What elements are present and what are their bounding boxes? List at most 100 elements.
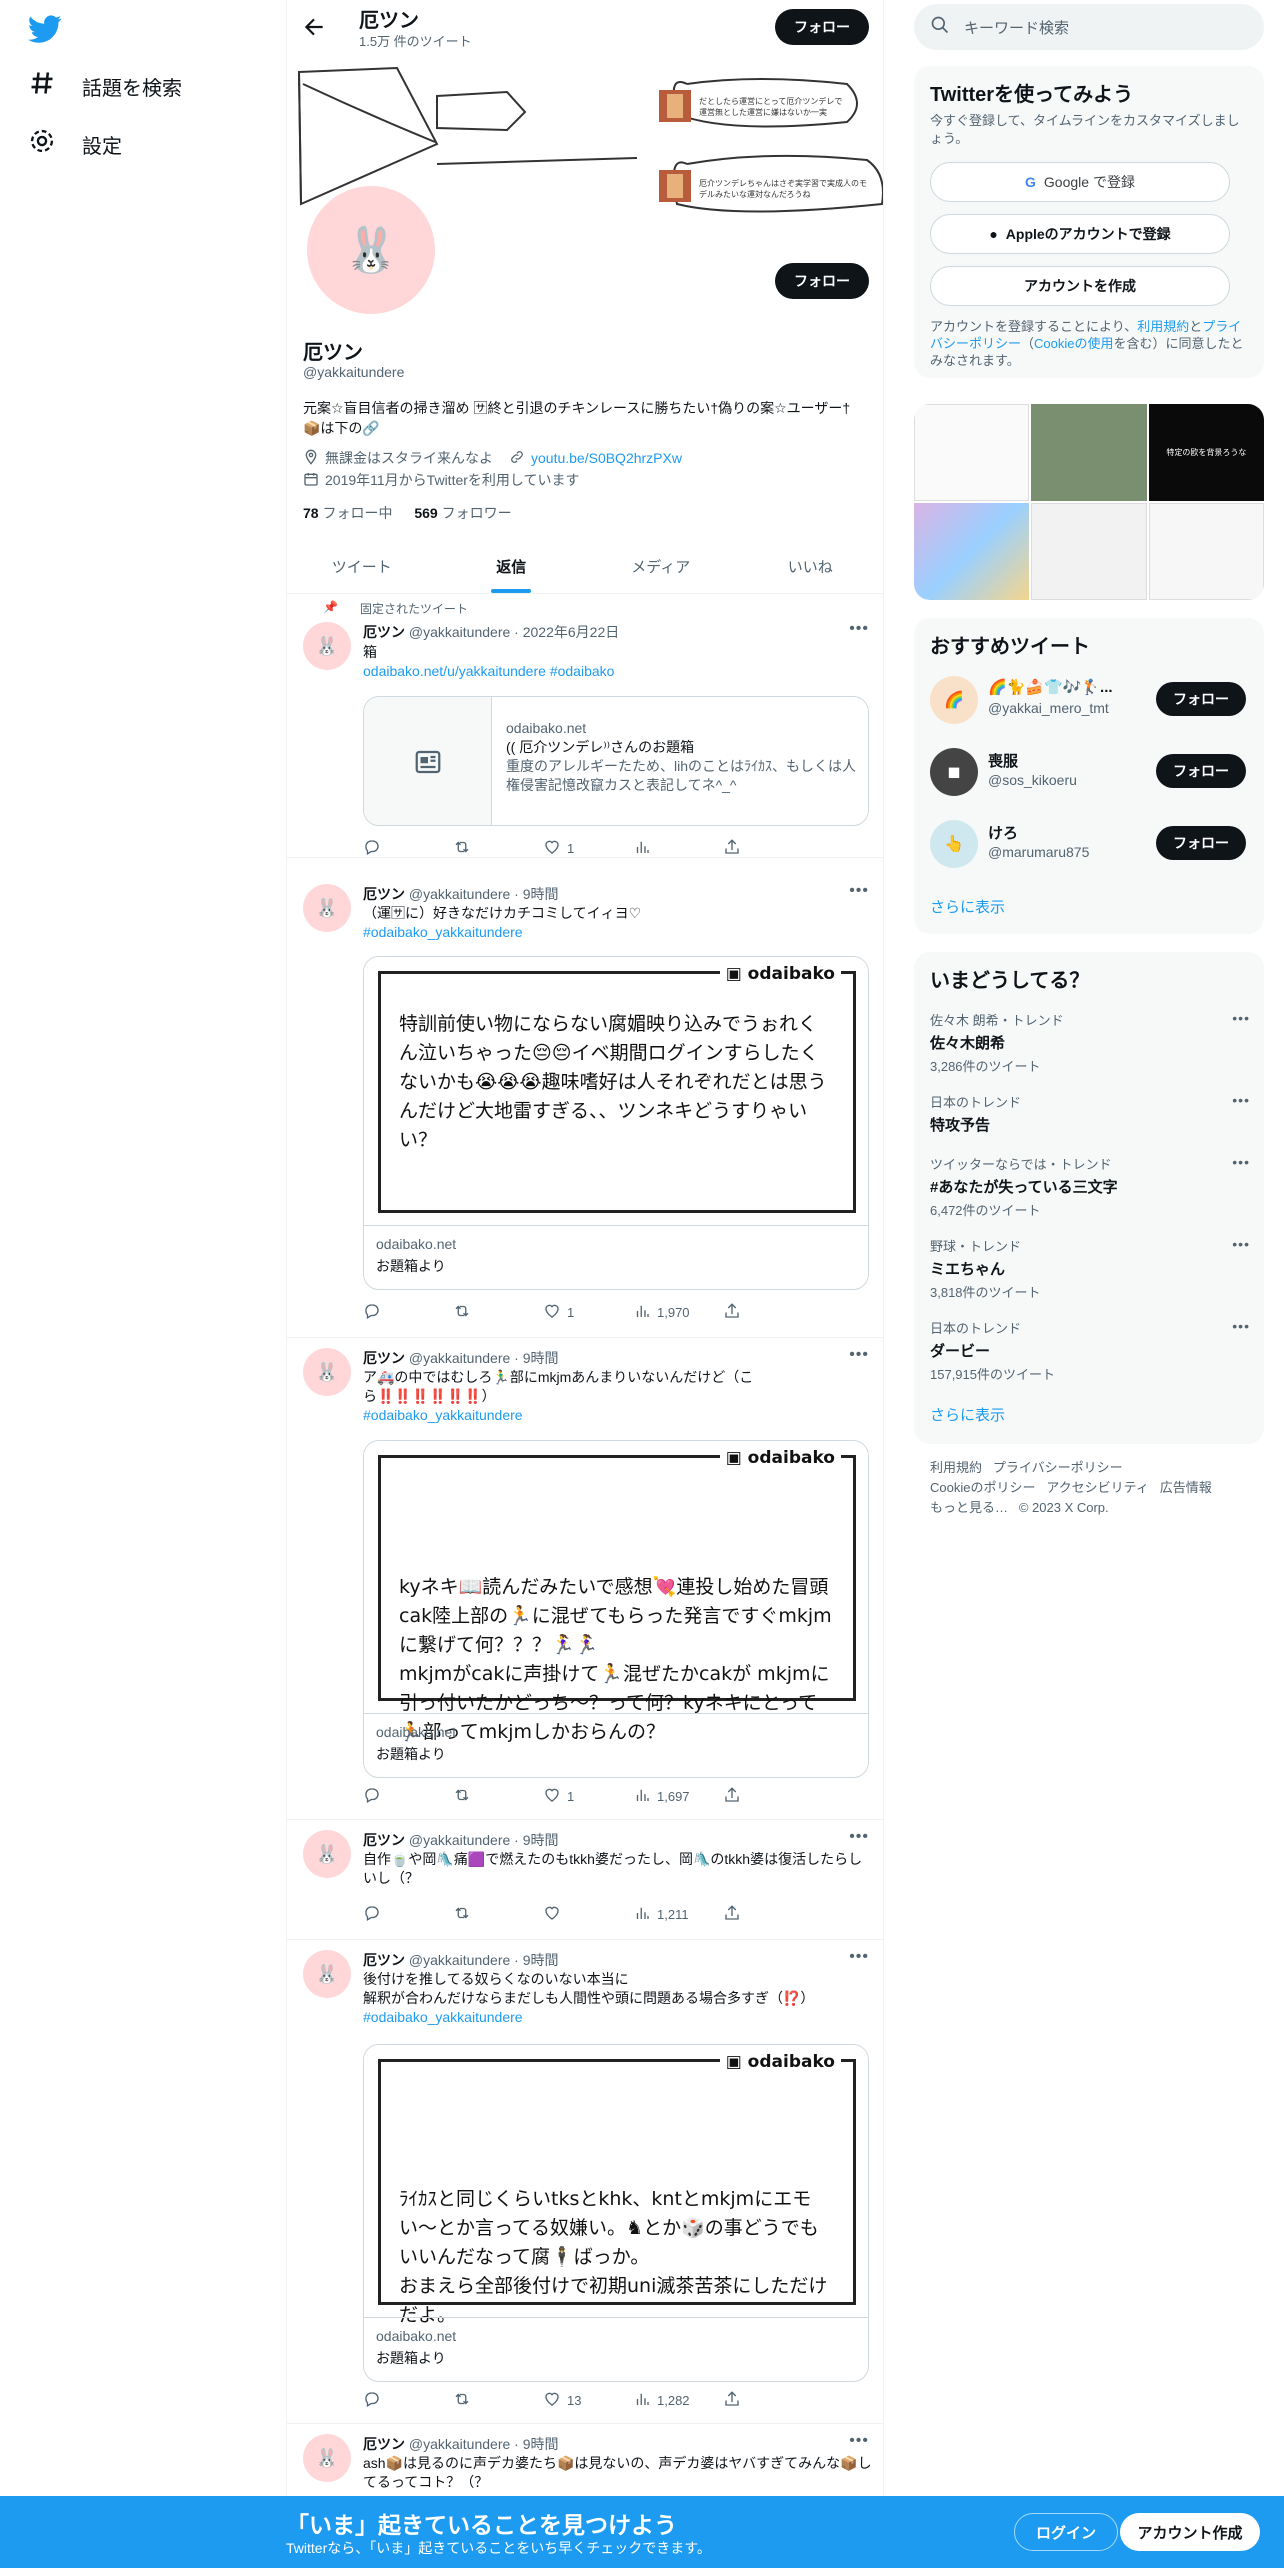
tweet-avatar[interactable]: 🐰 xyxy=(303,2434,351,2482)
nav-explore[interactable]: 話題を検索 xyxy=(28,66,182,106)
tweet-item[interactable]: 🐰 厄ツン @yakkaitundere · 9時間 ••• ア🚑の中ではむしろ… xyxy=(287,1338,883,1820)
recommended-account[interactable]: 🌈 🌈🐈🍰👕🎶🏌️... @yakkai_mero_tmt フォロー xyxy=(930,672,1250,728)
like-button[interactable]: 1 xyxy=(543,1302,603,1322)
retweet-button[interactable] xyxy=(453,1904,513,1924)
link-card[interactable]: odaibako.net (( 厄介ツンデレ⁾⁾さんのお題箱 重度のアレルギーた… xyxy=(363,696,869,826)
more-options-icon[interactable]: ••• xyxy=(1232,1010,1250,1026)
search-input[interactable]: キーワード検索 xyxy=(964,17,1069,38)
cookie-link[interactable]: Cookieの使用 xyxy=(1034,336,1113,351)
login-button[interactable]: ログイン xyxy=(1014,2513,1118,2551)
tab-likes[interactable]: いいね xyxy=(736,540,884,593)
tweet-time[interactable]: 9時間 xyxy=(523,1832,559,1848)
tweet-time[interactable]: 2022年6月22日 xyxy=(523,624,620,640)
views-button[interactable]: 1,697 xyxy=(633,1786,693,1806)
tweet-author-name[interactable]: 厄ツン xyxy=(363,886,405,902)
tweet-item[interactable]: 📌 固定されたツイート 🐰 厄ツン @yakkaitundere · 2022年… xyxy=(287,594,883,858)
share-button[interactable] xyxy=(723,838,783,858)
twitter-logo-icon[interactable] xyxy=(28,12,62,46)
tweet-hashtag[interactable]: #odaibako_yakkaitundere xyxy=(363,2009,523,2025)
tweet-time[interactable]: 9時間 xyxy=(523,1350,559,1366)
back-arrow-icon[interactable] xyxy=(301,14,327,40)
terms-link[interactable]: 利用規約 xyxy=(1137,319,1189,334)
more-options-icon[interactable]: ••• xyxy=(849,1948,869,1966)
tweet-author-name[interactable]: 厄ツン xyxy=(363,1952,405,1968)
followers-link[interactable]: 569 フォロワー xyxy=(414,505,511,521)
reply-button[interactable] xyxy=(363,838,423,858)
follow-button[interactable]: フォロー xyxy=(1156,826,1246,860)
tweet-hashtag[interactable]: #odaibako_yakkaitundere xyxy=(363,924,523,940)
nav-settings[interactable]: 設定 xyxy=(28,124,122,164)
more-options-icon[interactable]: ••• xyxy=(849,1346,869,1364)
image-card[interactable]: ▣ odaibako kyネキ📖読んだみたいで感想💘連投し始めた冒頭cak陸上部… xyxy=(363,1440,869,1778)
signup-button[interactable]: アカウント作成 xyxy=(1120,2513,1260,2551)
views-button[interactable]: 1,970 xyxy=(633,1302,693,1322)
create-account-button[interactable]: アカウントを作成 xyxy=(930,266,1230,306)
follow-button[interactable]: フォロー xyxy=(1156,682,1246,716)
share-button[interactable] xyxy=(723,2390,783,2410)
tweet-hashtag[interactable]: #odaibako xyxy=(550,663,615,679)
apple-signup-button[interactable]: ● Appleのアカウントで登録 xyxy=(930,214,1230,254)
trends-show-more-link[interactable]: さらに表示 xyxy=(930,1404,1005,1425)
more-options-icon[interactable]: ••• xyxy=(1232,1236,1250,1252)
profile-follow-button[interactable]: フォロー xyxy=(775,263,869,299)
tweet-item[interactable]: 🐰 厄ツン @yakkaitundere · 9時間 ••• （運🈂に）好きなだ… xyxy=(287,876,883,1338)
profile-link[interactable]: youtu.be/S0BQ2hrzPXw xyxy=(531,450,682,466)
tweet-author-name[interactable]: 厄ツン xyxy=(363,1832,405,1848)
trend-item[interactable]: ツイッターならでは・トレンド #あなたが失っている三文字 6,472件のツイート… xyxy=(930,1154,1250,1219)
tweet-avatar[interactable]: 🐰 xyxy=(303,1950,351,1998)
tweet-author-name[interactable]: 厄ツン xyxy=(363,624,405,640)
like-button[interactable]: 1 xyxy=(543,838,603,858)
follow-button[interactable]: フォロー xyxy=(1156,754,1246,788)
show-more-link[interactable]: さらに表示 xyxy=(930,896,1005,917)
media-thumb[interactable] xyxy=(1148,503,1264,600)
recommended-account[interactable]: 👆 けろ @marumaru875 フォロー xyxy=(930,816,1250,872)
media-thumb[interactable] xyxy=(914,404,1030,501)
footer-more[interactable]: もっと見る… xyxy=(930,1500,1008,1515)
like-button[interactable] xyxy=(543,1904,603,1924)
tweet-avatar[interactable]: 🐰 xyxy=(303,1830,351,1878)
retweet-button[interactable] xyxy=(453,1786,513,1806)
tab-media[interactable]: メディア xyxy=(586,540,736,593)
more-options-icon[interactable]: ••• xyxy=(1232,1092,1250,1108)
tweet-time[interactable]: 9時間 xyxy=(523,1952,559,1968)
footer-ads[interactable]: 広告情報 xyxy=(1160,1480,1212,1495)
footer-cookie[interactable]: Cookieのポリシー xyxy=(930,1480,1035,1495)
trend-item[interactable]: 日本のトレンド 特攻予告 ••• xyxy=(930,1092,1250,1135)
trend-item[interactable]: 佐々木 朗希・トレンド 佐々木朗希 3,286件のツイート ••• xyxy=(930,1010,1250,1075)
tweet-time[interactable]: 9時間 xyxy=(523,2436,559,2452)
reply-button[interactable] xyxy=(363,2390,423,2410)
search-box[interactable]: キーワード検索 xyxy=(914,4,1264,50)
footer-privacy[interactable]: プライバシーポリシー xyxy=(993,1460,1123,1475)
google-signup-button[interactable]: G Google で登録 xyxy=(930,162,1230,202)
trend-item[interactable]: 野球・トレンド ミエちゃん 3,818件のツイート ••• xyxy=(930,1236,1250,1301)
more-options-icon[interactable]: ••• xyxy=(1232,1154,1250,1170)
more-options-icon[interactable]: ••• xyxy=(1232,1318,1250,1334)
tab-tweets[interactable]: ツイート xyxy=(287,540,437,593)
media-thumb[interactable] xyxy=(1031,404,1147,501)
retweet-button[interactable] xyxy=(453,2390,513,2410)
media-grid[interactable]: 特定の欧を背景ろうな xyxy=(914,404,1264,600)
tweet-avatar[interactable]: 🐰 xyxy=(303,622,351,670)
footer-accessibility[interactable]: アクセシビリティ xyxy=(1046,1480,1149,1495)
tweet-author-name[interactable]: 厄ツン xyxy=(363,1350,405,1366)
tweet-hashtag[interactable]: #odaibako_yakkaitundere xyxy=(363,1407,523,1423)
share-button[interactable] xyxy=(723,1302,783,1322)
tweet-time[interactable]: 9時間 xyxy=(523,886,559,902)
odaibako-image[interactable]: ▣ odaibako 特訓前使い物にならない腐媚映り込みでうぉれくん泣いちゃった… xyxy=(364,957,868,1227)
image-card[interactable]: ▣ odaibako ﾗｲｶｽと同じくらいtksとkhk、kntとmkjmにエモ… xyxy=(363,2044,869,2382)
following-link[interactable]: 78 フォロー中 xyxy=(303,505,392,521)
reply-button[interactable] xyxy=(363,1904,423,1924)
share-button[interactable] xyxy=(723,1904,783,1924)
tweet-author-name[interactable]: 厄ツン xyxy=(363,2436,405,2452)
media-thumb[interactable] xyxy=(1031,503,1147,600)
retweet-button[interactable] xyxy=(453,1302,513,1322)
views-button[interactable] xyxy=(633,838,693,858)
tweet-avatar[interactable]: 🐰 xyxy=(303,884,351,932)
like-button[interactable]: 13 xyxy=(543,2390,603,2410)
tweet-link[interactable]: odaibako.net/u/yakkaitundere xyxy=(363,663,546,679)
footer-terms[interactable]: 利用規約 xyxy=(930,1460,982,1475)
image-card[interactable]: ▣ odaibako 特訓前使い物にならない腐媚映り込みでうぉれくん泣いちゃった… xyxy=(363,956,869,1290)
more-options-icon[interactable]: ••• xyxy=(849,1828,869,1846)
tweet-item[interactable]: 🐰 厄ツン @yakkaitundere · 9時間 ••• 後付けを推してる奴… xyxy=(287,1940,883,2424)
retweet-button[interactable] xyxy=(453,838,513,858)
